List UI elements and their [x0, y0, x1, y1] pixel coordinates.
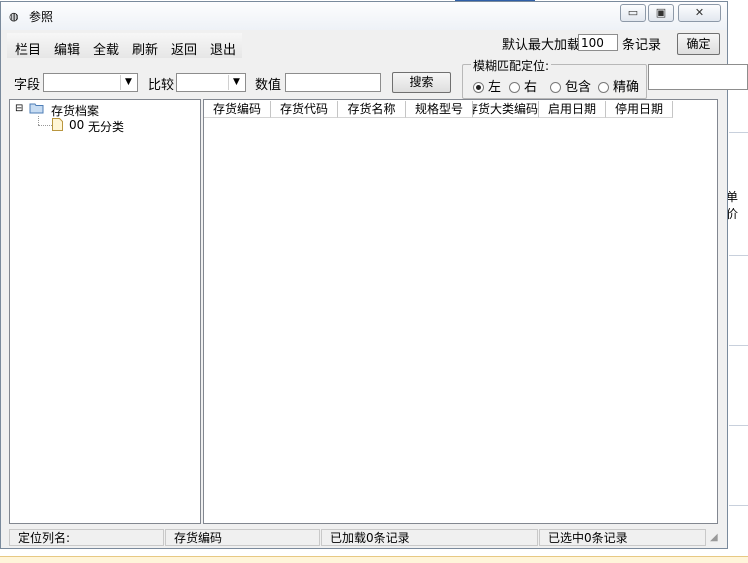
status-loaded-count: 已加载0条记录	[321, 529, 538, 546]
side-text-box[interactable]	[648, 64, 748, 90]
tree-child-label[interactable]: 无分类	[88, 118, 124, 135]
radio-contains-label: 包含	[565, 80, 592, 95]
background-gridline	[729, 425, 748, 426]
column-header-item-name[interactable]: 存货名称	[338, 101, 406, 118]
minimize-icon: ▭	[627, 6, 639, 19]
minimize-button[interactable]: ▭	[620, 4, 646, 22]
chevron-down-icon: ▼	[120, 75, 136, 90]
menu-item-refresh[interactable]: 刷新	[132, 39, 158, 58]
menu-item-edit[interactable]: 编辑	[54, 39, 80, 58]
tree-connector	[38, 116, 40, 125]
value-input[interactable]	[285, 73, 381, 92]
app-icon: ◍	[9, 10, 19, 23]
records-grid[interactable]: 存货编码 存货代码 存货名称 规格型号 存货大类编码 启用日期 停用日期	[203, 99, 718, 524]
collapse-icon[interactable]: ⊟	[15, 103, 23, 114]
column-header-category-code[interactable]: 存货大类编码	[473, 101, 539, 118]
radio-right[interactable]: 右	[509, 76, 537, 95]
document-icon	[52, 118, 63, 131]
radio-checked-icon	[473, 82, 484, 93]
max-load-label: 默认最大加载	[502, 38, 581, 53]
radio-left[interactable]: 左	[473, 76, 501, 95]
background-gridline	[729, 132, 748, 133]
column-header-spec[interactable]: 规格型号	[406, 101, 473, 118]
status-locate-column-value: 存货编码	[165, 529, 320, 546]
background-gridline	[729, 505, 748, 506]
tree-child-code[interactable]: 00	[69, 118, 84, 132]
radio-exact-label: 精确	[613, 80, 640, 95]
status-locate-column: 定位列名:	[9, 529, 164, 546]
radio-contains[interactable]: 包含	[550, 76, 591, 95]
tree-root-label[interactable]: 存货档案	[51, 102, 99, 119]
radio-left-label: 左	[488, 80, 502, 95]
background-gridline	[729, 345, 748, 346]
maximize-button[interactable]: ▣	[648, 4, 674, 22]
column-header-start-date[interactable]: 启用日期	[539, 101, 606, 118]
radio-unchecked-icon	[509, 82, 520, 93]
field-select[interactable]: ▼	[43, 73, 138, 92]
radio-right-label: 右	[524, 80, 538, 95]
radio-unchecked-icon	[550, 82, 561, 93]
menu-item-columns[interactable]: 栏目	[15, 39, 41, 58]
background-gridline	[729, 255, 748, 256]
menu-item-exit[interactable]: 退出	[210, 39, 236, 58]
reference-dialog: ◍ 参照 ▭ ▣ ✕ 栏目 编辑 全载 刷新 返回 退出 默认最大加载 条记录 …	[0, 1, 728, 549]
confirm-button[interactable]: 确定	[677, 33, 720, 55]
search-button[interactable]: 搜索	[392, 72, 451, 93]
max-load-input[interactable]	[578, 34, 618, 51]
title-bar[interactable]: ◍ 参照 ▭ ▣ ✕	[1, 2, 727, 30]
background-column-label: 单价	[726, 188, 748, 222]
close-button[interactable]: ✕	[678, 4, 721, 22]
column-header-item-code[interactable]: 存货编码	[204, 101, 271, 118]
fuzzy-match-title: 模糊匹配定位:	[471, 57, 552, 74]
window-title: 参照	[29, 10, 54, 24]
resize-grip-icon[interactable]: ◢	[710, 532, 718, 543]
records-label: 条记录	[622, 38, 662, 53]
maximize-icon: ▣	[655, 6, 667, 19]
menu-item-load-all[interactable]: 全载	[93, 39, 119, 58]
folder-icon	[29, 102, 44, 114]
tree-connector	[38, 125, 52, 127]
close-icon: ✕	[694, 6, 705, 19]
compare-select[interactable]: ▼	[176, 73, 246, 92]
column-header-end-date[interactable]: 停用日期	[606, 101, 673, 118]
chevron-down-icon: ▼	[228, 75, 244, 90]
menu-bar: 栏目 编辑 全载 刷新 返回 退出	[7, 33, 242, 58]
radio-unchecked-icon	[598, 82, 609, 93]
value-label: 数值	[255, 78, 282, 93]
column-header-item-short-code[interactable]: 存货代码	[271, 101, 338, 118]
menu-item-back[interactable]: 返回	[171, 39, 197, 58]
category-tree[interactable]: ⊟ 存货档案 00 无分类	[9, 99, 201, 524]
field-label: 字段	[14, 78, 41, 93]
radio-exact[interactable]: 精确	[598, 76, 639, 95]
compare-label: 比较	[148, 78, 175, 93]
status-selected-count: 已选中0条记录	[539, 529, 706, 546]
